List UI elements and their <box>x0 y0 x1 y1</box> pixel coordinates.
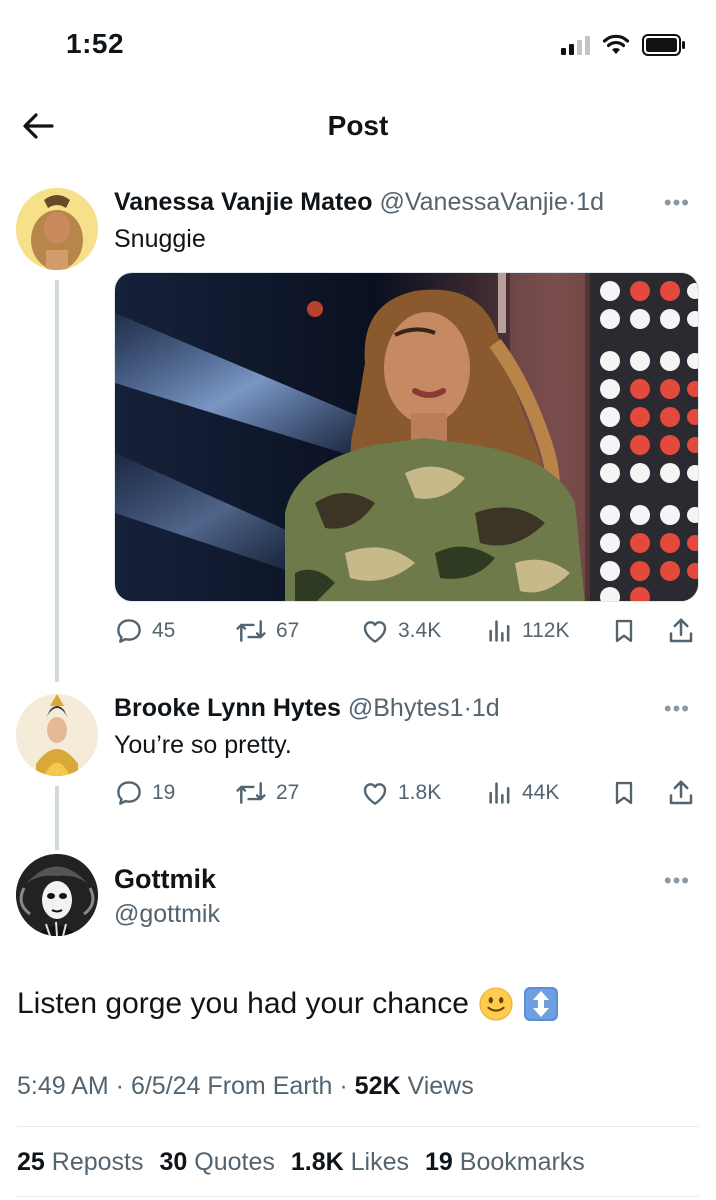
repost-count: 27 <box>276 781 300 804</box>
post-age[interactable]: 1d <box>576 188 604 216</box>
thread-post-1[interactable] <box>0 0 716 1</box>
share-icon <box>669 780 693 805</box>
post-age[interactable]: 1d <box>472 694 500 722</box>
share-button[interactable] <box>666 778 696 808</box>
likes-stat[interactable]: 1.8K Likes <box>291 1148 409 1177</box>
battery-icon <box>642 34 685 56</box>
divider <box>17 1126 699 1127</box>
post-source: From Earth <box>207 1072 333 1100</box>
status-bar: 1:52 <box>0 0 716 90</box>
like-button[interactable]: 3.4K <box>360 616 441 646</box>
post-image[interactable] <box>114 272 699 602</box>
display-name[interactable]: Gottmik <box>114 864 216 895</box>
reply-count: 45 <box>152 619 176 642</box>
handle[interactable]: @VanessaVanjie <box>379 188 567 216</box>
reply-count: 19 <box>152 781 176 804</box>
views-button[interactable]: 44K <box>486 778 559 808</box>
like-count: 1.8K <box>398 781 442 804</box>
views-icon <box>489 620 510 642</box>
cellular-signal-icon <box>561 35 590 55</box>
avatar-gottmik[interactable] <box>16 854 98 936</box>
engagement-stats: 25 Reposts 30 Quotes 1.8K Likes 19 Bookm… <box>17 1148 585 1177</box>
views-icon <box>489 782 510 804</box>
reply-icon <box>117 781 141 805</box>
views-count: 52K <box>354 1072 401 1100</box>
photo <box>115 273 698 601</box>
page-title: Post <box>327 110 389 141</box>
post-2-header: Brooke Lynn Hytes @Bhytes1·1d <box>114 694 500 722</box>
bookmark-button[interactable] <box>610 778 638 808</box>
avatar-vanessa[interactable] <box>16 188 98 270</box>
post-1-actions: 45 67 3.4K 112K <box>114 616 699 650</box>
repost-icon <box>236 620 266 642</box>
post-text: You’re so pretty. <box>114 731 292 759</box>
post-1-header: Vanessa Vanjie Mateo @VanessaVanjie·1d <box>114 188 605 216</box>
bookmarks-stat[interactable]: 19 Bookmarks <box>425 1148 585 1177</box>
post-date[interactable]: 6/5/24 <box>131 1072 201 1100</box>
quotes-stat[interactable]: 30 Quotes <box>159 1148 274 1177</box>
reply-button[interactable]: 19 <box>114 778 175 808</box>
like-count: 3.4K <box>398 619 442 642</box>
repost-button[interactable]: 67 <box>234 616 299 646</box>
post-2-actions: 19 27 1.8K 44K <box>114 778 699 812</box>
wifi-icon <box>602 34 630 54</box>
bookmark-button[interactable] <box>610 616 638 646</box>
views-button[interactable]: 112K <box>486 616 570 646</box>
reposts-stat[interactable]: 25 Reposts <box>17 1148 143 1177</box>
bookmark-icon <box>615 619 633 643</box>
avatar-brooke[interactable] <box>16 694 98 776</box>
handle[interactable]: @Bhytes1 <box>348 694 464 722</box>
repost-button[interactable]: 27 <box>234 778 299 808</box>
divider <box>17 1196 699 1197</box>
reply-button[interactable]: 45 <box>114 616 175 646</box>
like-button[interactable]: 1.8K <box>360 778 441 808</box>
handle[interactable]: @gottmik <box>114 900 220 929</box>
display-name[interactable]: Vanessa Vanjie Mateo <box>114 188 372 216</box>
post-time[interactable]: 5:49 AM <box>17 1072 109 1100</box>
smiley-emoji <box>479 987 513 1021</box>
like-icon <box>363 621 387 643</box>
status-time: 1:52 <box>66 28 125 59</box>
views-count: 44K <box>522 781 560 804</box>
more-icon[interactable]: ••• <box>664 190 690 216</box>
repost-icon <box>236 782 266 804</box>
bookmark-icon <box>615 781 633 805</box>
main-post-text: Listen gorge you had your chance <box>17 986 559 1022</box>
views-label: Views <box>407 1072 474 1100</box>
views-count: 112K <box>522 619 570 642</box>
post-meta: 5:49 AM · 6/5/24 From Earth · 52K Views <box>17 1072 474 1100</box>
thread-connector <box>55 280 59 682</box>
status-icons <box>561 34 686 56</box>
share-button[interactable] <box>666 616 696 646</box>
more-icon[interactable]: ••• <box>664 696 690 722</box>
repost-count: 67 <box>276 619 300 642</box>
thread-connector <box>55 786 59 850</box>
post-header: Post <box>0 96 716 160</box>
up-down-arrow-emoji <box>523 987 558 1021</box>
display-name[interactable]: Brooke Lynn Hytes <box>114 694 341 722</box>
post-text: Snuggie <box>114 225 206 253</box>
more-icon[interactable]: ••• <box>664 868 690 894</box>
post-text: Listen gorge you had your chance <box>17 987 469 1020</box>
like-icon <box>363 783 387 805</box>
share-icon <box>669 618 693 643</box>
reply-icon <box>117 619 141 643</box>
